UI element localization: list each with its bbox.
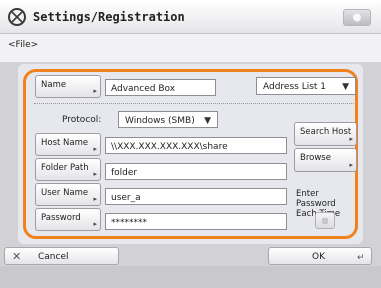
status-toggle-button[interactable] (343, 9, 371, 26)
settings-registration-icon (8, 8, 26, 26)
chevron-right-icon: ▸ (93, 220, 97, 228)
password-button[interactable]: Password ▸ (35, 208, 101, 231)
breadcrumb-bar (0, 34, 381, 62)
folder-path-field[interactable]: folder (105, 163, 287, 180)
page-title: Settings/Registration (33, 10, 185, 24)
chevron-down-icon: ▼ (342, 82, 349, 92)
folder-path-button-label: Folder Path (41, 163, 89, 173)
breadcrumb: <File> (8, 40, 39, 50)
protocol-label: Protocol: (62, 115, 102, 125)
chevron-right-icon: ▸ (93, 145, 97, 153)
cancel-button-label: Cancel (38, 252, 69, 262)
protocol-value: Windows (SMB) (125, 116, 195, 126)
password-button-label: Password (41, 213, 81, 223)
folder-path-button[interactable]: Folder Path ▸ (35, 158, 101, 181)
user-name-button-label: User Name (41, 188, 89, 198)
search-host-button[interactable]: Search Host ▸ (294, 122, 357, 146)
bottom-bar (0, 266, 381, 288)
name-field[interactable]: Advanced Box (105, 79, 216, 96)
host-name-button-label: Host Name (41, 138, 89, 148)
chevron-down-icon: ▼ (204, 116, 211, 126)
browse-button[interactable]: Browse ▸ (294, 148, 357, 172)
address-list-select[interactable]: Address List 1 ▼ (256, 77, 356, 95)
chevron-right-icon: ▸ (93, 195, 97, 203)
chevron-right-icon: ▸ (93, 170, 97, 178)
host-name-button[interactable]: Host Name ▸ (35, 133, 101, 156)
enter-return-icon: ↵ (357, 253, 365, 263)
cancel-button[interactable]: ✕ Cancel (4, 247, 119, 265)
host-name-field[interactable]: \\XXX.XXX.XXX.XXX\share (105, 137, 287, 154)
search-host-button-label: Search Host (300, 127, 352, 137)
name-button-label: Name (41, 80, 67, 90)
enter-password-checkbox[interactable] (315, 212, 335, 229)
checkbox-indicator (322, 218, 328, 224)
section-divider (34, 103, 356, 104)
name-button[interactable]: Name ▸ (35, 75, 101, 98)
chevron-right-icon: ▸ (349, 161, 353, 169)
ok-button[interactable]: OK ↵ (268, 247, 372, 265)
close-icon: ✕ (12, 250, 22, 263)
chevron-right-icon: ▸ (93, 87, 97, 95)
chevron-right-icon: ▸ (349, 135, 353, 143)
ok-button-label: OK (312, 252, 325, 262)
password-field[interactable]: ******** (105, 213, 287, 230)
user-name-button[interactable]: User Name ▸ (35, 183, 101, 206)
address-list-value: Address List 1 (263, 82, 327, 92)
protocol-select[interactable]: Windows (SMB) ▼ (118, 111, 218, 128)
browse-button-label: Browse (300, 153, 331, 163)
user-name-field[interactable]: user_a (105, 188, 287, 205)
